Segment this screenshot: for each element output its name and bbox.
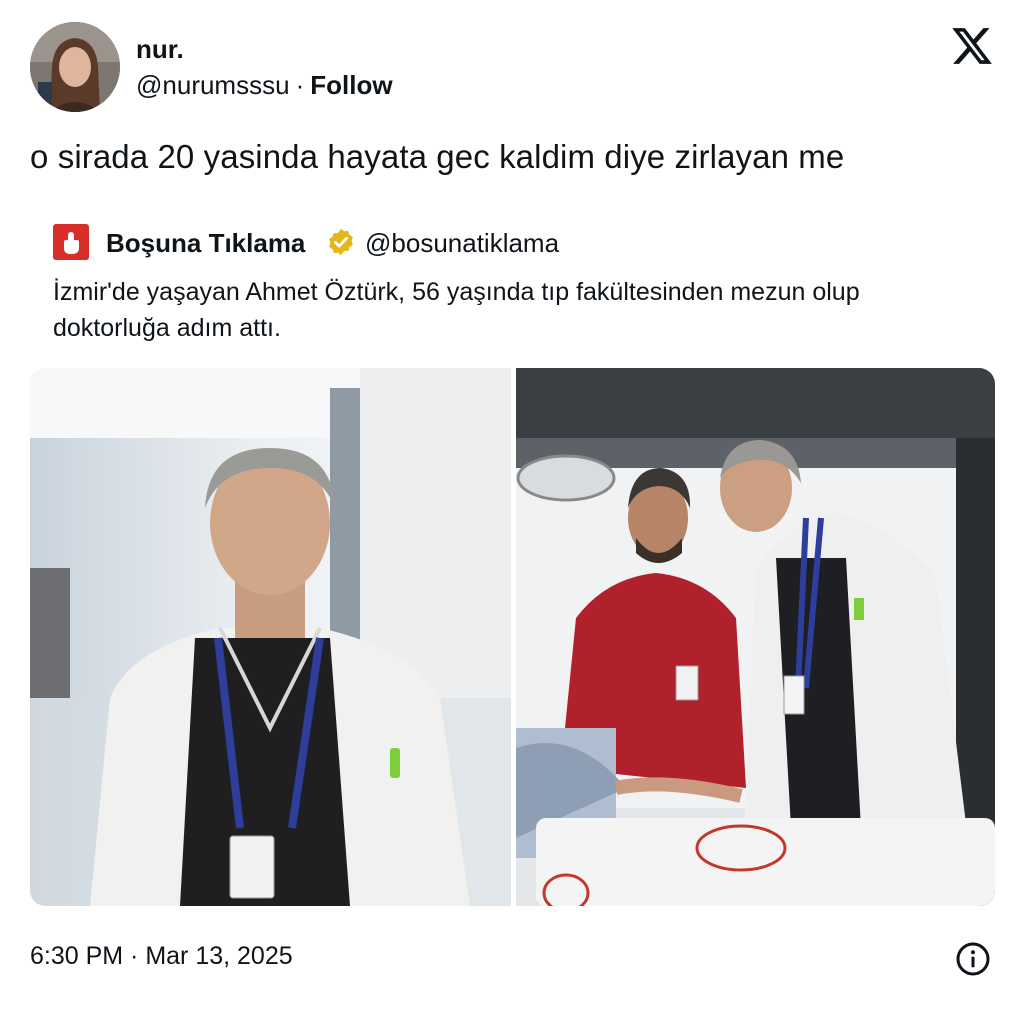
quoted-text: İzmir'de yaşayan Ahmet Öztürk, 56 yaşınd… <box>53 278 860 342</box>
quoted-account-icon[interactable] <box>53 224 89 260</box>
info-icon[interactable] <box>955 941 991 977</box>
x-logo-icon[interactable] <box>950 24 994 68</box>
photo-doctor-in-hallway <box>30 368 511 906</box>
author-display-name[interactable]: nur. <box>136 34 184 65</box>
tweet-timestamp[interactable]: 6:30 PM · Mar 13, 2025 <box>30 942 293 971</box>
quoted-display-name[interactable]: Boşuna Tıklama <box>106 228 305 259</box>
author-avatar[interactable] <box>30 22 120 112</box>
quoted-handle[interactable]: @bosunatiklama <box>365 228 559 259</box>
verified-badge-icon <box>329 228 353 256</box>
pointer-hand-icon <box>64 232 79 254</box>
author-handle-line: @nurumsssu · Follow <box>136 70 393 101</box>
follow-button[interactable]: Follow <box>310 70 392 100</box>
separator-dot: · <box>295 70 305 100</box>
photo-doctors-at-patient-bed <box>516 368 995 906</box>
tweet-text: o sirada 20 yasinda hayata gec kaldim di… <box>30 138 845 175</box>
media-photo-2[interactable] <box>516 368 995 906</box>
avatar-photo <box>30 22 120 112</box>
media-photo-1[interactable] <box>30 368 511 906</box>
author-handle[interactable]: @nurumsssu <box>136 70 290 100</box>
